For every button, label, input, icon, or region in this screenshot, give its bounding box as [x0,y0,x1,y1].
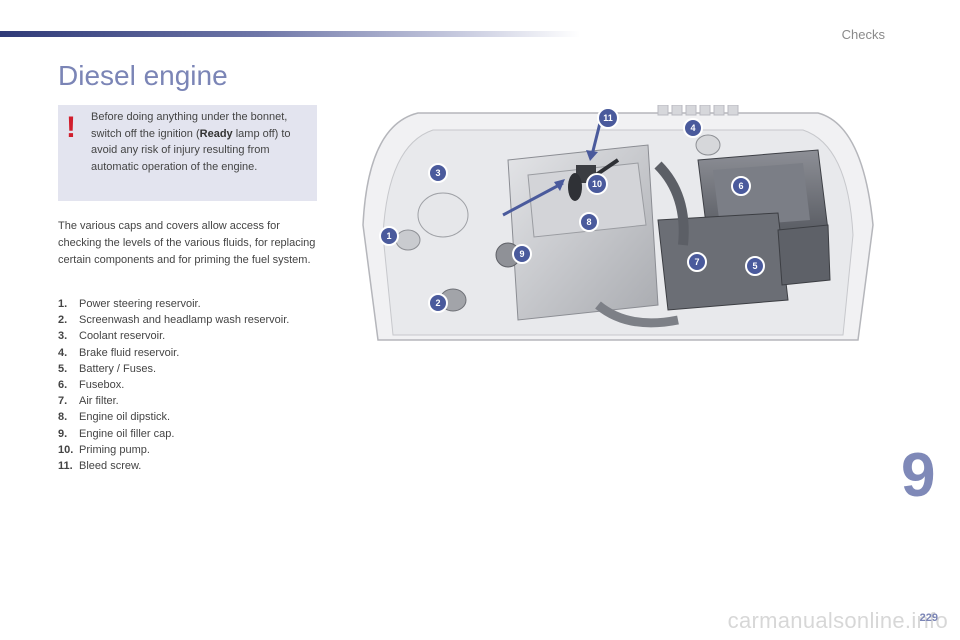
legend-number: 10. [58,443,74,456]
svg-text:4: 4 [690,123,695,133]
legend-number: 2. [58,314,68,327]
callout-8: 8 [579,212,599,232]
legend-item: 4. Brake fluid reservoir. [58,345,289,361]
legend-item: 11. Bleed screw. [58,458,289,474]
legend-label: Bleed screw. [79,460,142,473]
callout-11: 11 [597,107,619,129]
svg-text:9: 9 [519,249,524,259]
legend-item: 10. Priming pump. [58,442,289,458]
legend-item: 2. Screenwash and headlamp wash reservoir… [58,312,289,328]
callout-6: 6 [731,176,751,196]
legend-number: 7. [58,395,68,408]
legend-label: Fusebox. [79,379,125,392]
legend-item: 1. Power steering reservoir. [58,296,289,312]
svg-text:7: 7 [694,257,699,267]
svg-text:5: 5 [752,261,757,271]
legend-item: 3. Coolant reservoir. [58,328,289,344]
section-label: Checks [841,27,885,42]
legend-item: 5. Battery / Fuses. [58,361,289,377]
component-legend: 1. Power steering reservoir. 2. Screenwash … [58,296,289,474]
callout-5: 5 [745,256,765,276]
callout-9: 9 [512,244,532,264]
callout-1: 1 [379,226,399,246]
callout-2: 2 [428,293,448,313]
legend-label: Screenwash and headlamp wash reservoir. [79,314,290,327]
ready-lamp-label: Ready [199,127,233,140]
legend-number: 9. [58,427,68,440]
legend-label: Priming pump. [79,443,150,456]
callout-7: 7 [687,252,707,272]
legend-item: 9. Engine oil filler cap. [58,426,289,442]
legend-number: 8. [58,411,68,424]
svg-text:8: 8 [586,217,591,227]
legend-label: Engine oil filler cap. [79,427,175,440]
legend-number: 1. [58,298,68,310]
legend-number: 6. [58,379,68,392]
legend-label: Power steering reservoir. [79,298,201,310]
engine-bay-diagram: 1 2 3 4 5 6 7 8 9 10 11 [362,105,874,341]
legend-label: Battery / Fuses. [79,362,157,375]
svg-text:3: 3 [435,168,440,178]
legend-item: 7. Air filter. [58,393,289,409]
legend-label: Coolant reservoir. [79,330,166,343]
warning-icon: ! [66,111,76,144]
svg-text:6: 6 [738,181,743,191]
legend-item: 8. Engine oil dipstick. [58,409,289,425]
svg-text:1: 1 [386,231,391,241]
callout-3: 3 [428,163,448,183]
page-number: 229 [919,612,938,624]
intro-paragraph: The various caps and covers allow access… [58,220,316,266]
callout-4: 4 [683,118,703,138]
svg-text:11: 11 [603,113,613,123]
legend-number: 3. [58,330,68,343]
watermark: carmanualsonline.info [727,608,948,633]
legend-label: Brake fluid reservoir. [79,346,180,359]
legend-number: 5. [58,362,68,375]
legend-label: Air filter. [79,395,119,408]
legend-number: 4. [58,346,68,359]
callout-10: 10 [586,173,608,195]
legend-item: 6. Fusebox. [58,377,289,393]
svg-text:10: 10 [592,179,602,189]
legend-label: Engine oil dipstick. [79,411,171,424]
warning-box: ! Before doing anything under the bonnet… [58,105,317,201]
page-title: Diesel engine [58,60,228,91]
chapter-number: 9 [901,441,936,510]
warning-text: Before doing anything under the bonnet, … [91,111,291,173]
header-bar [0,31,580,37]
svg-text:2: 2 [435,298,440,308]
legend-number: 11. [58,460,73,473]
